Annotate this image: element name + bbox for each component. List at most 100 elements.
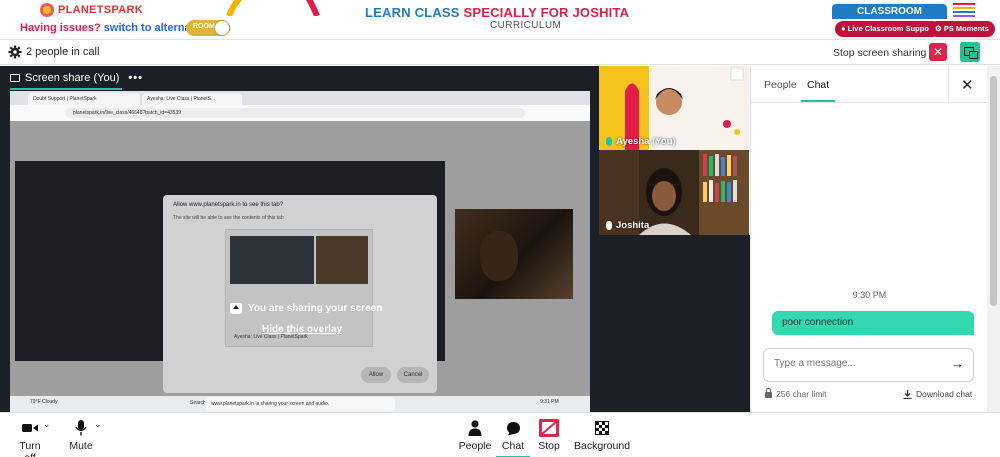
hide-overlay-link[interactable]: Hide this overlay [262, 324, 342, 335]
camera-button[interactable]: Turn off [13, 419, 47, 457]
more-options-button[interactable]: ••• [128, 72, 143, 84]
live-support-label: Live Classroom Support [847, 24, 935, 33]
stop-screen-sharing-label: Stop screen sharing [833, 47, 927, 59]
toggle-knob [215, 21, 229, 35]
tab-active-underline [801, 100, 835, 102]
download-chat-label: Download chat [916, 389, 973, 399]
mic-icon [606, 221, 612, 230]
class-title-prefix: LEARN CLASS [365, 5, 464, 20]
tab-chat[interactable]: Chat [807, 79, 829, 91]
dialog-title: Allow www.planetspark.in to see this tab… [173, 202, 284, 208]
chat-bubble-icon [506, 421, 520, 435]
panel-tabs: People Chat ✕ [751, 66, 988, 103]
brand-logo: PLANETSPARK [40, 3, 143, 17]
screen-share-area: Screen share (You) ••• Doubt Support | P… [0, 66, 600, 412]
tab-people[interactable]: People [764, 79, 797, 91]
curriculum-label: CURRICULUM [490, 20, 562, 31]
bottom-toolbar: Turn off ⌄ Mute ⌄ People [0, 412, 1000, 457]
camera-options-chevron-icon[interactable]: ⌄ [43, 419, 51, 430]
sharing-overlay-message: You are sharing your screen [230, 303, 382, 314]
screen-share-tab-underline [10, 88, 122, 90]
mic-label: Mute [69, 440, 93, 452]
inner-tab-live-class: Ayesha: Live Class | PlanetS... [142, 93, 242, 105]
mic-button[interactable]: Mute [68, 419, 94, 452]
app-root: PLANETSPARK Having issues? switch to alt… [0, 0, 1000, 457]
share-permission-dialog: Allow www.planetspark.in to see this tab… [163, 195, 437, 393]
video-camera-icon [22, 424, 38, 432]
top-banner: PLANETSPARK Having issues? switch to alt… [0, 0, 1000, 40]
layout-switch-button[interactable] [960, 42, 980, 62]
tiles-empty-area [599, 235, 750, 412]
dialog-allow-button: Allow [361, 367, 391, 383]
inner-search: Search [190, 400, 206, 406]
inner-sharing-text: www.planetspark.in is sharing your scree… [211, 401, 330, 407]
class-title-highlight: SPECIALLY FOR JOSHITA [463, 5, 630, 20]
call-bar: 2 people in call Stop screen sharing ✕ [0, 40, 1000, 65]
char-limit: 256 char limit [765, 388, 827, 399]
chat-message: poor connection [772, 311, 974, 335]
inner-weather: 79°F Cloudy [30, 399, 58, 405]
dialog-subtitle: The site will be able to see the content… [173, 215, 284, 221]
screen-share-header: Screen share (You) ••• [10, 72, 143, 84]
mic-active-icon [606, 137, 612, 146]
video-tile-ayesha[interactable]: Ayesha (You) [599, 66, 749, 151]
tile-name-joshita: Joshita [616, 220, 650, 231]
background-label: Background [574, 440, 631, 452]
stop-share-button[interactable]: Stop [536, 419, 562, 452]
issue-label: Having issues? [20, 22, 101, 34]
page-scrollbar[interactable] [987, 66, 1000, 412]
background-grid-icon [595, 421, 609, 435]
screen-share-title: Screen share (You) [25, 72, 120, 84]
person-icon [468, 420, 482, 436]
inner-address-bar: planetspark.in/live_class/46648?batch_id… [10, 105, 590, 121]
people-label: People [458, 440, 492, 452]
send-arrow-icon[interactable]: → [951, 356, 964, 371]
close-panel-button[interactable]: ✕ [961, 76, 974, 94]
people-count: 2 people in call [26, 46, 100, 58]
logo-text: PLANETSPARK [58, 4, 143, 16]
people-button[interactable]: People [458, 419, 492, 452]
inner-tab-doubt-support: Doubt Support | PlanetSpark [28, 93, 140, 105]
stop-sharing-close-button[interactable]: ✕ [929, 43, 947, 61]
sharing-overlay-text: You are sharing your screen [248, 303, 383, 314]
mic-options-chevron-icon[interactable]: ⌄ [94, 419, 102, 430]
inner-time: 9:31 PM [540, 399, 559, 405]
video-tile-joshita[interactable]: Joshita [599, 150, 749, 235]
microphone-icon [75, 420, 87, 436]
tile-label-joshita: Joshita [606, 220, 649, 231]
share-screen-icon [230, 303, 242, 314]
message-timestamp: 9:30 PM [852, 290, 887, 300]
inner-browser-tabs: Doubt Support | PlanetSpark Ayesha: Live… [10, 91, 590, 105]
camera-label: Turn off [19, 440, 41, 457]
tile-label-ayesha: Ayesha (You) [606, 136, 676, 147]
inner-sharing-bar: www.planetspark.in is sharing your scree… [205, 397, 395, 411]
preview-screen [230, 236, 314, 284]
menu-lines-icon[interactable] [953, 3, 975, 19]
download-chat-button[interactable]: Download chat [903, 389, 972, 399]
background-button[interactable]: Background [574, 419, 630, 452]
classroom-tab[interactable]: CLASSROOM [832, 4, 947, 19]
ps-moments-label: PS Moments [943, 24, 989, 33]
char-limit-text: 256 char limit [776, 389, 827, 399]
gear-icon[interactable] [8, 45, 22, 59]
ps-moments-button[interactable]: ⚙ PS Moments [929, 21, 995, 37]
room-toggle[interactable]: ROOM [186, 20, 230, 36]
screen-share-icon [10, 74, 20, 82]
chat-panel: People Chat ✕ 9:30 PM poor connection Ty… [750, 66, 988, 412]
class-title: LEARN CLASS SPECIALLY FOR JOSHITA [365, 5, 629, 20]
message-input[interactable]: Type a message... [763, 348, 974, 382]
dialog-cancel-button: Cancel [397, 367, 429, 383]
chat-label: Chat [501, 440, 525, 452]
logo-mark-icon [40, 3, 54, 17]
chat-button[interactable]: Chat [500, 419, 526, 452]
room-toggle-label: ROOM [193, 23, 215, 30]
stop-screen-share-icon [539, 419, 559, 437]
panel-divider [948, 66, 949, 103]
decorative-arc [226, 0, 320, 16]
live-support-button[interactable]: ● Live Classroom Support [835, 21, 941, 37]
tile-name-ayesha: Ayesha (You) [616, 136, 676, 147]
stop-label: Stop [538, 440, 560, 452]
inner-url: planetspark.in/live_class/46648?batch_id… [65, 108, 525, 118]
scrollbar-thumb[interactable] [990, 76, 997, 306]
preview-video [316, 236, 368, 284]
